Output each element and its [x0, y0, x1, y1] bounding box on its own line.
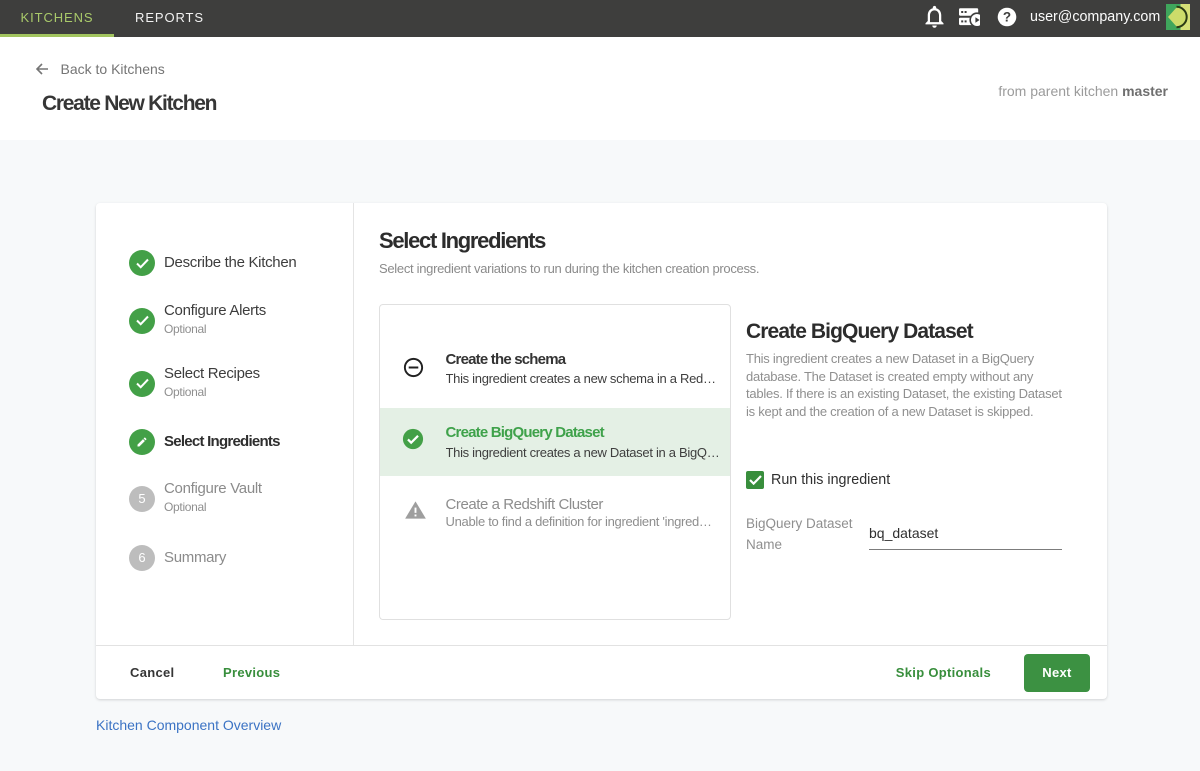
svg-text:?: ?	[1003, 9, 1011, 24]
